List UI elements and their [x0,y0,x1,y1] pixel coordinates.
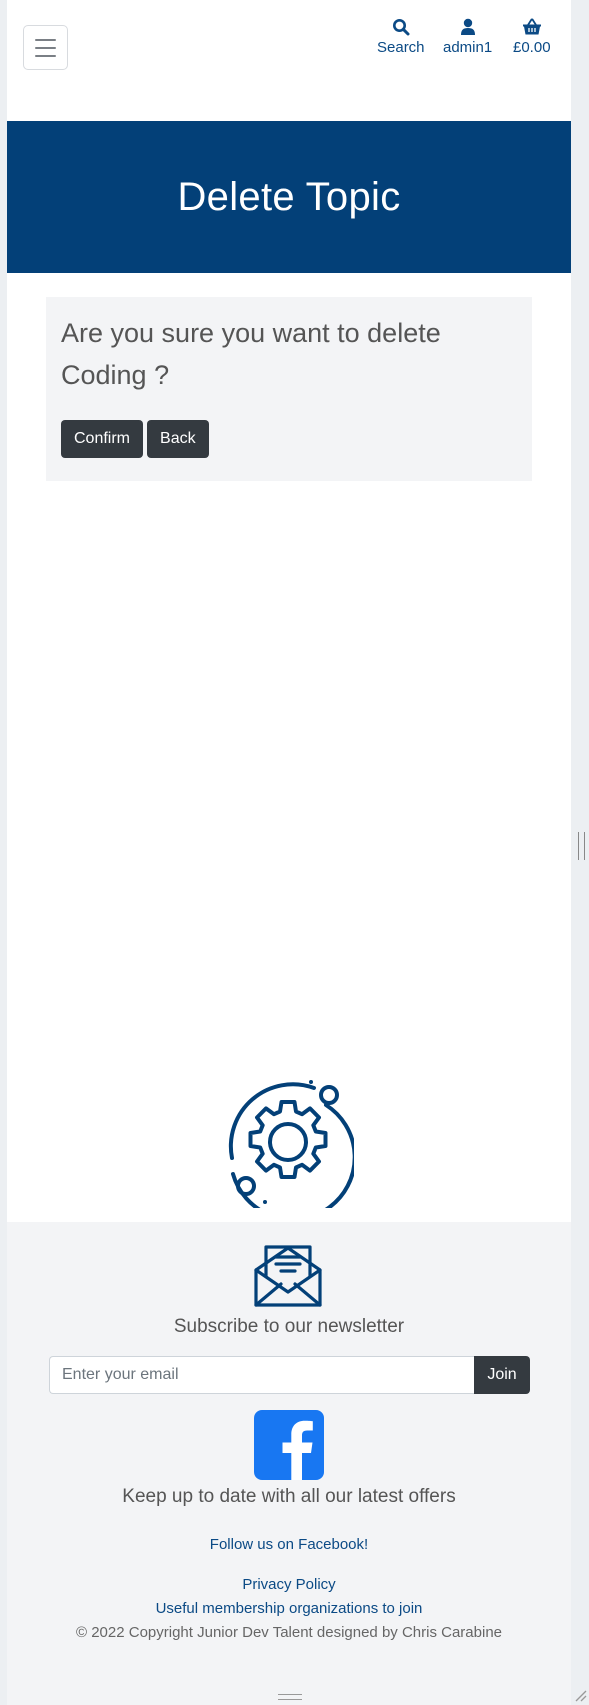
email-input[interactable] [49,1356,474,1394]
delete-question: Are you sure you want to delete Coding ? [61,318,441,390]
nav-account-label: admin1 [443,39,493,56]
privacy-policy-link[interactable]: Privacy Policy [7,1576,571,1593]
copyright-text: © 2022 Copyright Junior Dev Talent desig… [75,1624,502,1641]
action-buttons: Confirm Back [61,420,209,458]
search-icon [392,19,410,36]
menu-toggle-button[interactable] [23,25,68,70]
offers-tagline: Keep up to date with all our latest offe… [122,1486,456,1507]
hamburger-icon [35,38,56,41]
nav-basket[interactable]: £0.00 [513,18,551,57]
side-resize-handle[interactable] [578,832,585,860]
user-icon [460,18,475,35]
site-footer: Subscribe to our newsletter Join Keep up… [7,1222,571,1705]
join-button[interactable]: Join [474,1356,530,1394]
top-navbar: Search admin1 £0.00 [7,0,571,121]
membership-link[interactable]: Useful membership organizations to join [7,1600,571,1617]
newsletter-heading: Subscribe to our newsletter [173,1316,405,1337]
facebook-link[interactable]: Follow us on Facebook! [7,1536,571,1553]
envelope-newsletter-icon [254,1245,322,1307]
page-header-banner: Delete Topic [7,121,571,273]
newsletter-form: Join [49,1356,530,1394]
nav-search[interactable]: Search [377,18,425,57]
gear-orbit-icon [228,1080,354,1208]
back-button[interactable]: Back [147,420,209,458]
nav-basket-total: £0.00 [513,39,551,56]
nav-search-label: Search [377,39,425,56]
page-title: Delete Topic [177,174,401,219]
delete-confirmation-card: Are you sure you want to delete Coding ?… [46,297,532,481]
basket-icon [522,18,541,35]
facebook-icon[interactable] [254,1410,324,1480]
confirm-button[interactable]: Confirm [61,420,144,458]
bottom-resize-handle[interactable] [278,1694,302,1700]
page: Search admin1 £0.00 Delete Topic Are you… [7,0,571,1705]
resize-grip-icon[interactable] [575,1690,587,1702]
nav-account[interactable]: admin1 [443,18,492,57]
